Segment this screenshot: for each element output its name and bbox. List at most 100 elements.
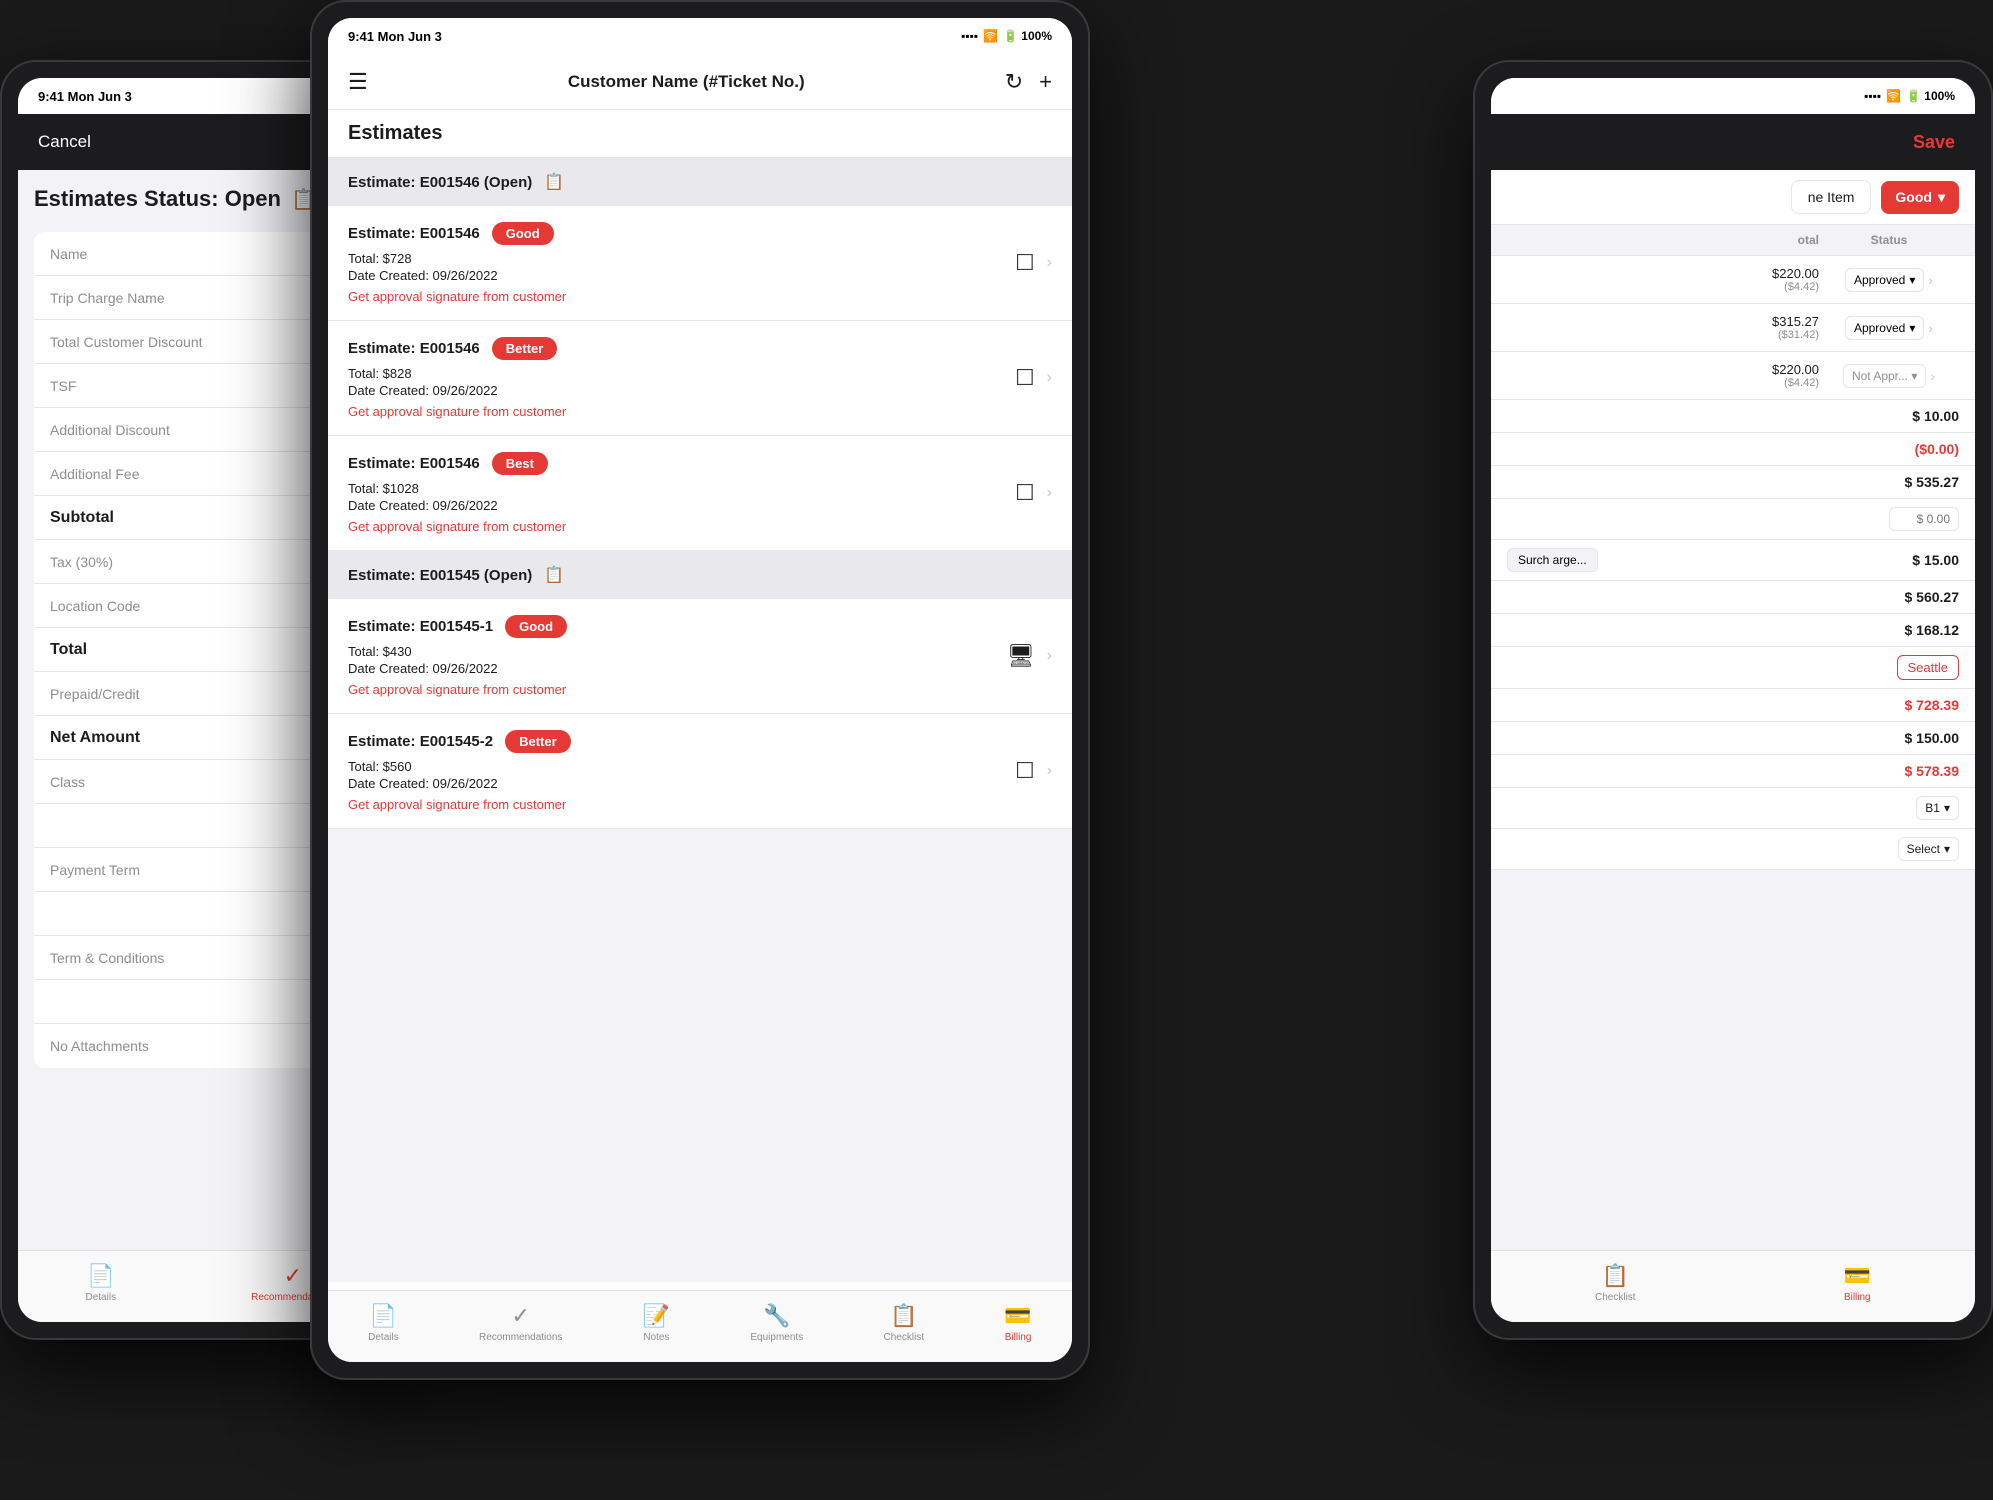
summary-input-field[interactable] [1889,507,1959,531]
estimate-group-2-title: Estimate: E001545 (Open) [348,567,532,584]
summary-row-input [1491,499,1975,540]
class-dropdown-chevron: ▾ [1944,801,1950,815]
card4-approval[interactable]: Get approval signature from customer [348,682,1052,697]
billing-row-1-subtotal: ($4.42) [1739,281,1819,293]
estimate-group-1-title: Estimate: E001546 (Open) [348,174,532,191]
billing-row-1-arrow: › [1928,272,1933,288]
summary-input-container [1889,507,1959,531]
card2-right: ☐ › [1015,365,1052,391]
card1-approval[interactable]: Get approval signature from customer [348,289,1052,304]
surcharge-row: Surch arge... $ 15.00 [1491,540,1975,581]
billing-row-2-arrow: › [1928,320,1933,336]
card2-approval[interactable]: Get approval signature from customer [348,404,1052,419]
monitor-icon: 🖥 [1007,643,1035,669]
recommendations-icon-center: ✓ [511,1303,529,1329]
class-dropdown-value: B1 [1925,801,1940,815]
tab-checklist-right[interactable]: 📋 Checklist [1595,1263,1636,1303]
tab-notes-center[interactable]: 📝 Notes [643,1303,670,1343]
billing-row-1-status-label: Approved [1854,273,1905,287]
estimate-group-1-header: Estimate: E001546 (Open) 📋 [328,158,1072,206]
card3-chevron: › [1047,484,1052,502]
card1-name: Estimate: E001546 [348,225,480,242]
tab-billing-right[interactable]: 💳 Billing [1844,1263,1871,1303]
estimate-card-2[interactable]: Estimate: E001546 Better Total: $828 Dat… [328,321,1072,436]
tab-details-left[interactable]: 📄 Details [86,1263,117,1303]
card5-checkbox[interactable]: ☐ [1015,758,1035,784]
select-dropdown[interactable]: Select ▾ [1898,837,1959,861]
add-button[interactable]: + [1039,69,1052,95]
add-line-item-button[interactable]: ne Item [1791,180,1872,214]
billing-row-3-status-dropdown[interactable]: Not Appr... ▾ [1843,364,1926,388]
estimate-card-4[interactable]: Estimate: E001545-1 Good Total: $430 Dat… [328,599,1072,714]
tab-checklist-center[interactable]: 📋 Checklist [884,1303,925,1343]
billing-row-1-totals: $220.00 ($4.42) [1739,266,1819,293]
summary-value-total1: $ 560.27 [1905,589,1960,605]
center-title: Customer Name (#Ticket No.) [568,72,805,92]
tab-label-details-left: Details [86,1292,117,1303]
summary-row-subtotal: $ 535.27 [1491,466,1975,499]
summary-row-net: $ 578.39 [1491,755,1975,788]
recommendations-icon-left: ✓ [284,1263,302,1289]
details-icon-center: 📄 [370,1303,397,1329]
billing-row-3-totals: $220.00 ($4.42) [1739,362,1819,389]
tab-equipments-center[interactable]: 🔧 Equipments [750,1303,803,1343]
battery-icon-center: 🔋 100% [1003,29,1052,43]
cancel-button[interactable]: Cancel [38,132,91,152]
card3-checkbox[interactable]: ☐ [1015,480,1035,506]
right-nav-bar: Save [1491,114,1975,170]
estimate-card-5[interactable]: Estimate: E001545-2 Better Total: $560 D… [328,714,1072,829]
summary-row-class: B1 ▾ [1491,788,1975,829]
group2-clipboard-icon: 📋 [544,565,564,585]
card3-name: Estimate: E001546 [348,455,480,472]
card1-right: ☐ › [1015,250,1052,276]
tab-billing-center[interactable]: 💳 Billing [1004,1303,1031,1343]
surcharge-button[interactable]: Surch arge... [1507,548,1598,572]
status-title: Estimates Status: Open [34,186,281,212]
save-button[interactable]: Save [1913,132,1955,153]
tab-label-equipments-center: Equipments [750,1332,803,1343]
summary-row-total1: $ 560.27 [1491,581,1975,614]
menu-button[interactable]: ☰ [348,69,368,95]
center-tablet-screen: 9:41 Mon Jun 3 ▪▪▪▪ 🛜 🔋 100% ☰ Customer … [328,18,1072,1362]
card5-right: ☐ › [1015,758,1052,784]
card1-checkbox[interactable]: ☐ [1015,250,1035,276]
center-status-icons: ▪▪▪▪ 🛜 🔋 100% [961,29,1052,43]
right-toolbar: ne Item Good ▾ [1491,170,1975,225]
center-status-bar: 9:41 Mon Jun 3 ▪▪▪▪ 🛜 🔋 100% [328,18,1072,54]
card4-badge: Good [505,615,567,638]
checklist-icon-center: 📋 [890,1303,917,1329]
equipments-icon-center: 🔧 [763,1303,790,1329]
estimate-card-1[interactable]: Estimate: E001546 Good Total: $728 Date … [328,206,1072,321]
summary-row-1: $ 10.00 [1491,400,1975,433]
center-nav-bar: ☰ Customer Name (#Ticket No.) ↻ + [328,54,1072,110]
tab-details-center[interactable]: 📄 Details [368,1303,399,1343]
refresh-button[interactable]: ↻ [1005,69,1023,95]
right-tablet: ▪▪▪▪ 🛜 🔋 100% Save ne Item Good ▾ otal S… [1473,60,1993,1340]
billing-row-1-chevron: ▾ [1909,273,1915,287]
estimate-card-3[interactable]: Estimate: E001546 Best Total: $1028 Date… [328,436,1072,551]
card1-badge: Good [492,222,554,245]
card1-date: Date Created: 09/26/2022 [348,268,1052,283]
card3-approval[interactable]: Get approval signature from customer [348,519,1052,534]
billing-row-3-status-label: Not Appr... ▾ [1852,369,1917,383]
estimate-group-2-header: Estimate: E001545 (Open) 📋 [328,551,1072,599]
class-dropdown[interactable]: B1 ▾ [1916,796,1959,820]
card5-date: Date Created: 09/26/2022 [348,776,1052,791]
card4-right: 🖥 › [1007,643,1052,669]
good-dropdown-button[interactable]: Good ▾ [1881,181,1959,214]
tab-label-billing-right: Billing [1844,1292,1871,1303]
billing-table-header: otal Status [1491,225,1975,256]
estimates-content: Estimate: E001546 (Open) 📋 Estimate: E00… [328,158,1072,1282]
billing-row-2-status-cell: Approved ▾ › [1819,316,1959,340]
billing-row-1-status-dropdown[interactable]: Approved ▾ [1845,268,1924,292]
billing-row-2-status-dropdown[interactable]: Approved ▾ [1845,316,1924,340]
card2-checkbox[interactable]: ☐ [1015,365,1035,391]
summary-value-tax: $ 168.12 [1905,622,1960,638]
tab-recommendations-center[interactable]: ✓ Recommendations [479,1303,562,1343]
card5-approval[interactable]: Get approval signature from customer [348,797,1052,812]
summary-row-location: Seattle [1491,647,1975,689]
wifi-icon: 🛜 [983,29,998,43]
billing-row-1: $220.00 ($4.42) Approved ▾ › [1491,256,1975,304]
right-tab-bar: 📋 Checklist 💳 Billing [1491,1250,1975,1322]
right-signal-icon: ▪▪▪▪ [1864,89,1881,103]
